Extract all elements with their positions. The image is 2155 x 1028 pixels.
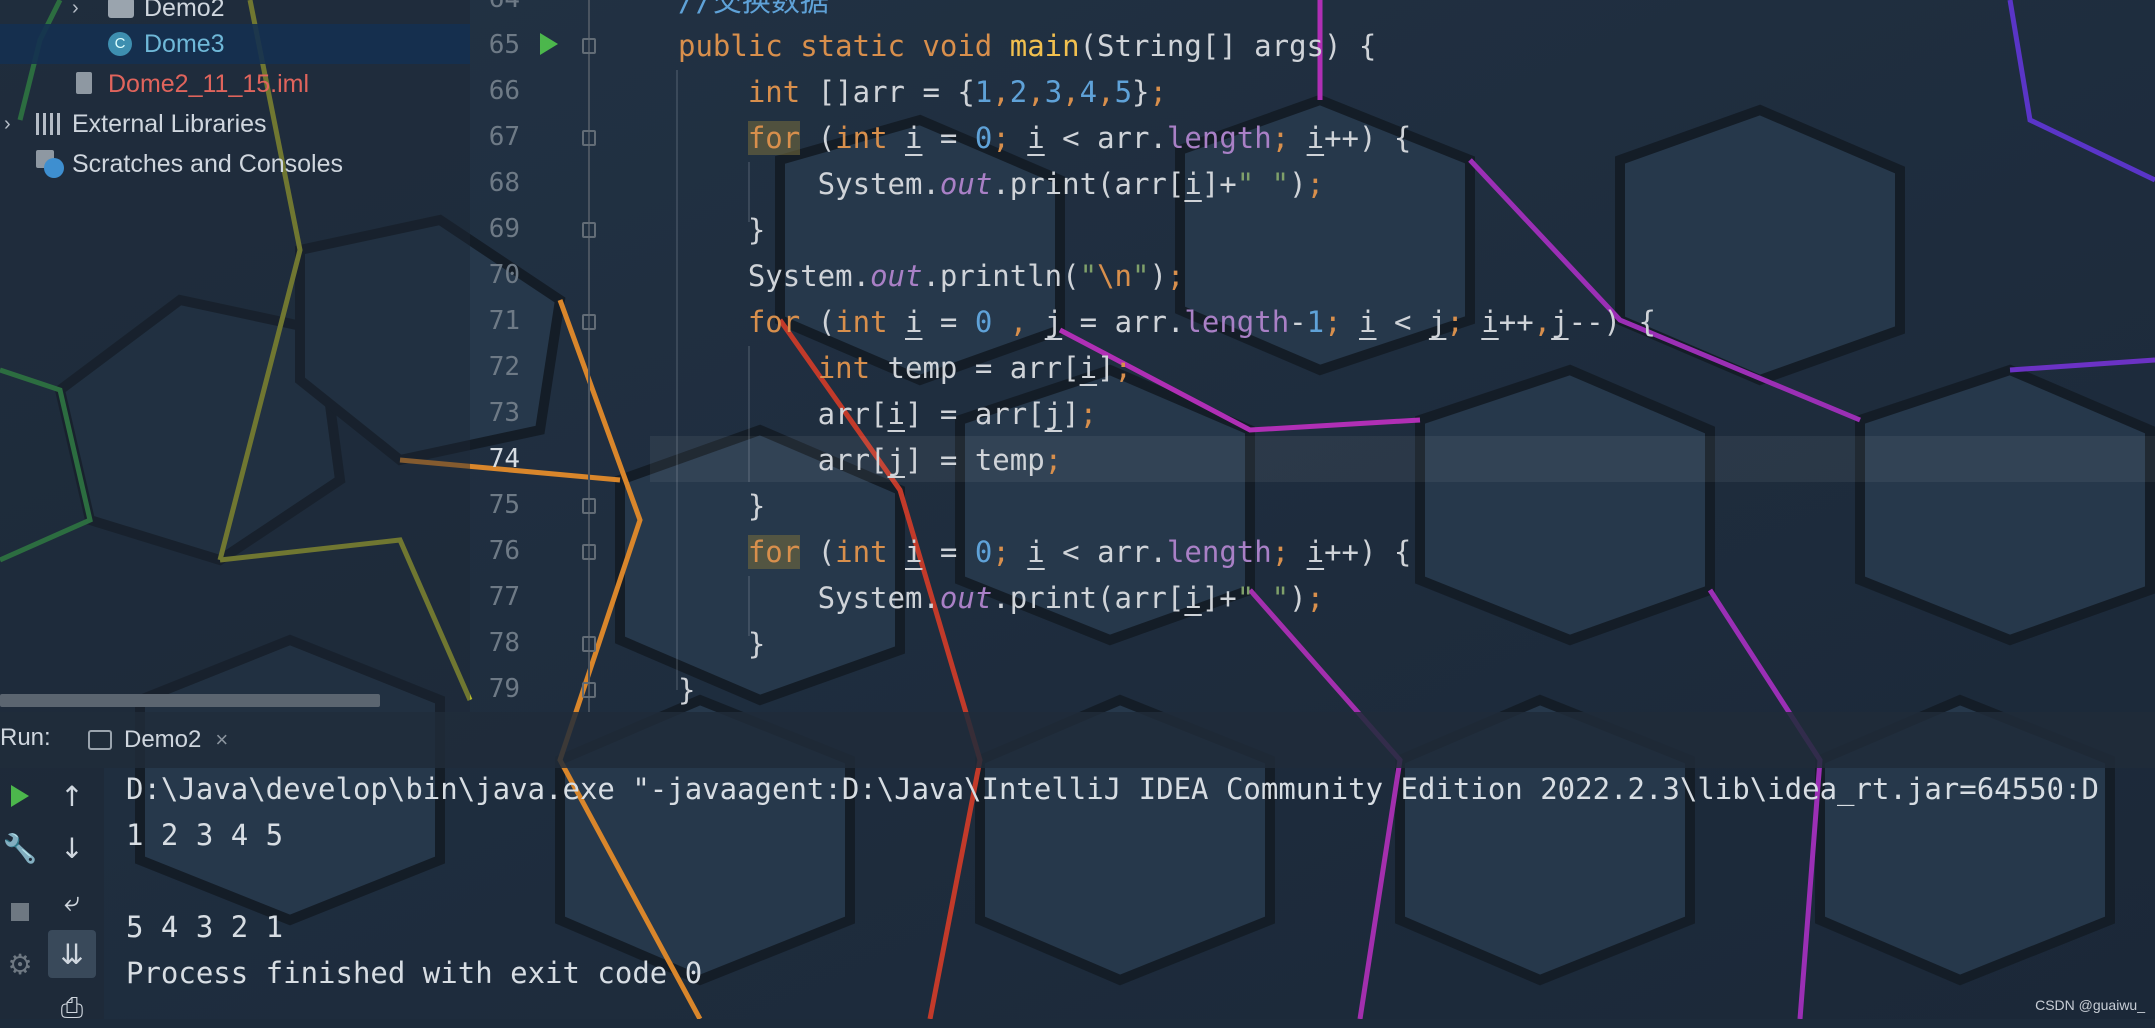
line-number: 64 [470, 0, 520, 14]
code-comment: //交换数据 [678, 0, 829, 18]
library-icon [36, 113, 64, 135]
console-line: Process finished with exit code 0 [126, 956, 703, 990]
run-toolbar: ↑ 🔧 ↓ ⤶ ⚙ ⇊ ⎙ [0, 768, 104, 1024]
line-number: 69 [488, 214, 520, 244]
fold-marker-icon[interactable] [582, 682, 596, 698]
stop-icon [11, 903, 29, 921]
console-line: 5 4 3 2 1 [126, 910, 284, 944]
watermark: CSDN @guaiwu_ [2035, 997, 2145, 1013]
line-number: 73 [488, 398, 520, 428]
fold-marker-icon[interactable] [582, 38, 596, 54]
line-number: 72 [488, 352, 520, 382]
close-icon[interactable]: × [215, 727, 228, 753]
line-number: 65 [488, 30, 520, 60]
fold-marker-icon[interactable] [582, 544, 596, 560]
code-line-68: System.out.print(arr[i]+" "); [678, 167, 1325, 201]
printer-icon: ⎙ [60, 991, 84, 1024]
line-number: 75 [488, 490, 520, 520]
code-line-76: for (int i = 0; i < arr.length; i++) { [747, 535, 1412, 569]
fold-marker-icon[interactable] [582, 222, 596, 238]
fold-marker-icon[interactable] [582, 130, 596, 146]
project-tree-panel: › Demo2 C Dome3 Dome2_11_15.iml › Extern… [0, 0, 470, 712]
tree-item-dome3[interactable]: C Dome3 [0, 24, 470, 64]
gear-icon: ⚙ [7, 947, 33, 981]
tree-item-label: Demo2 [144, 0, 225, 22]
line-number: 70 [488, 260, 520, 290]
line-number-current: 74 [488, 444, 520, 474]
chevron-right-icon[interactable]: › [4, 113, 11, 136]
line-number: 71 [488, 306, 520, 336]
line-number: 68 [488, 168, 520, 198]
chevron-right-icon[interactable]: › [72, 0, 79, 20]
wrench-icon: 🔧 [2, 831, 38, 865]
console-output[interactable]: D:\Java\develop\bin\java.exe "-javaagent… [104, 768, 2155, 1019]
package-folder-icon [108, 0, 134, 18]
code-line-78: } [678, 627, 766, 661]
tree-item-label: Dome3 [144, 29, 225, 58]
code-line-70: System.out.println("\n"); [678, 259, 1185, 293]
arrow-down-icon: ↓ [60, 831, 84, 865]
horizontal-scrollbar[interactable] [0, 694, 380, 707]
code-editor[interactable]: 64 65 66 67 68 69 70 71 72 73 74 75 76 7… [470, 0, 2155, 712]
code-line-77: System.out.print(arr[i]+" "); [678, 581, 1325, 615]
debug-settings-button[interactable]: ⚙ [0, 944, 40, 984]
code-line-75: } [678, 489, 766, 523]
rerun-button[interactable] [0, 776, 40, 816]
code-line-64: //交换数据 [678, 0, 829, 24]
tree-item-label: External Libraries [72, 109, 267, 138]
gutter-separator [588, 0, 590, 712]
play-icon [11, 785, 29, 807]
scroll-to-end-button[interactable]: ⇊ [48, 930, 96, 978]
scroll-to-end-icon: ⇊ [60, 937, 84, 971]
fold-marker-icon[interactable] [582, 314, 596, 330]
editor-gutter: 64 65 66 67 68 69 70 71 72 73 74 75 76 7… [470, 0, 650, 712]
tree-item-label: Dome2_11_15.iml [108, 69, 310, 98]
fold-marker-icon[interactable] [582, 636, 596, 652]
run-label: Run: [0, 724, 51, 751]
settings-button[interactable]: 🔧 [0, 828, 40, 868]
module-file-icon [76, 72, 92, 94]
code-line-72: int temp = arr[i]; [817, 351, 1132, 385]
tree-item-scratches[interactable]: Scratches and Consoles [0, 144, 470, 184]
print-button[interactable]: ⎙ [52, 988, 92, 1028]
code-line-66: int []arr = {1,2,3,4,5}; [747, 75, 1167, 109]
line-number: 67 [488, 122, 520, 152]
console-line: D:\Java\develop\bin\java.exe "-javaagent… [126, 772, 2099, 806]
line-number: 76 [488, 536, 520, 566]
tree-item-label: Scratches and Consoles [72, 149, 343, 178]
code-line-73: arr[i] = arr[j]; [678, 397, 1098, 431]
fold-marker-icon[interactable] [582, 498, 596, 514]
console-line: 1 2 3 4 5 [126, 818, 284, 852]
run-main-icon[interactable] [540, 33, 558, 55]
code-line-67: for (int i = 0; i < arr.length; i++) { [747, 121, 1412, 155]
code-line-65: public static void main(String[] args) { [678, 29, 1377, 63]
scroll-up-button[interactable]: ↑ [52, 776, 92, 816]
java-class-icon: C [108, 32, 132, 56]
stop-button[interactable] [0, 892, 40, 932]
tree-item-external-libraries[interactable]: › External Libraries [0, 104, 470, 144]
line-number: 66 [488, 76, 520, 106]
code-line-74: arr[j] = temp; [678, 443, 1063, 477]
run-tab-label: Demo2 [124, 726, 202, 753]
code-line-71: for (int i = 0 , j = arr.length-1; i < j… [747, 305, 1656, 339]
clock-icon [44, 158, 64, 178]
soft-wrap-button[interactable]: ⤶ [52, 882, 92, 922]
console-tab-icon [88, 730, 112, 750]
line-number: 78 [488, 628, 520, 658]
run-tab-demo2[interactable]: Demo2 × [88, 718, 228, 762]
code-line-79: } [678, 673, 696, 707]
scroll-down-button[interactable]: ↓ [52, 828, 92, 868]
soft-wrap-icon: ⤶ [64, 885, 80, 918]
tree-item-module-file[interactable]: Dome2_11_15.iml [0, 64, 470, 104]
arrow-up-icon: ↑ [60, 779, 84, 813]
line-number: 77 [488, 582, 520, 612]
line-number: 79 [488, 674, 520, 704]
code-line-69: } [678, 213, 766, 247]
run-tool-window-header: Run: Demo2 × [0, 712, 2155, 768]
